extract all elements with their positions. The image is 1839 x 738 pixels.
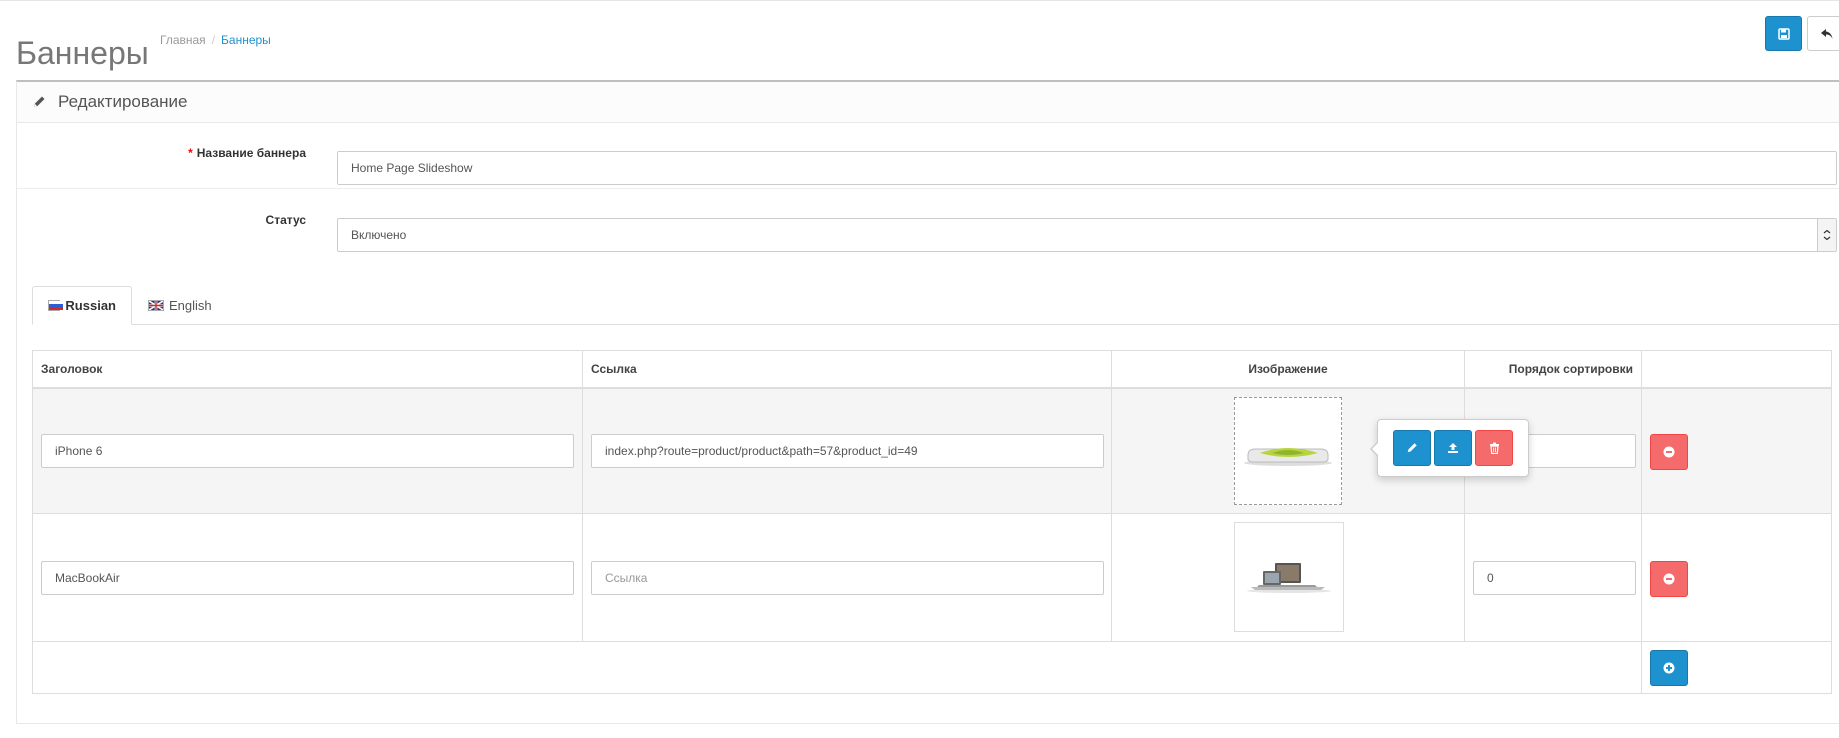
- tab-russian-label: Russian: [65, 298, 116, 313]
- column-header-sort-order: Порядок сортировки: [1465, 351, 1642, 387]
- macbook-image: [1247, 563, 1331, 593]
- table-cell: [33, 642, 1642, 693]
- select-arrow-icon: [1817, 219, 1836, 251]
- image-actions-popover: [1370, 419, 1529, 477]
- trash-icon: [1489, 442, 1499, 454]
- plus-circle-icon: [1663, 662, 1675, 674]
- banner-name-label: * Название баннера: [188, 146, 306, 160]
- upload-icon: [1448, 443, 1458, 453]
- status-select[interactable]: Включено: [337, 218, 1837, 252]
- table-cell: Ссылка: [583, 514, 1112, 641]
- table-cell: [1642, 514, 1831, 641]
- required-mark: *: [188, 146, 193, 160]
- table-cell: index.php?route=product/product&path=57&…: [583, 389, 1112, 513]
- status-select-value: Включено: [351, 228, 407, 242]
- banner-name-input[interactable]: Home Page Slideshow: [337, 151, 1837, 185]
- column-header-image: Изображение: [1112, 351, 1465, 387]
- edit-panel: Редактирование * Название баннера Home Pa…: [16, 80, 1839, 724]
- minus-circle-icon: [1663, 573, 1675, 585]
- table-row: iPhone 6 index.php?route=product/product…: [33, 389, 1831, 514]
- page-title: Баннеры: [16, 35, 149, 72]
- banner-images-table: Заголовок Ссылка Изображение Порядок сор…: [32, 350, 1832, 694]
- banner-image-thumbnail[interactable]: [1234, 397, 1342, 505]
- table-header: Заголовок Ссылка Изображение Порядок сор…: [33, 351, 1831, 389]
- uk-flag-icon: [148, 299, 164, 311]
- remove-row-button[interactable]: [1650, 434, 1688, 470]
- clear-image-button[interactable]: [1475, 430, 1513, 466]
- table-row: MacBookAir Ссылка 0: [33, 514, 1831, 642]
- table-cell: [1642, 642, 1831, 693]
- table-cell: [1112, 514, 1465, 641]
- column-header-link: Ссылка: [583, 351, 1112, 387]
- minus-circle-icon: [1663, 446, 1675, 458]
- form-group-status: Статус Включено: [17, 189, 1839, 255]
- breadcrumb: Главная / Баннеры: [160, 33, 271, 47]
- table-cell: 0: [1465, 514, 1642, 641]
- iphone-image: [1244, 448, 1332, 466]
- tab-english[interactable]: English: [133, 286, 227, 324]
- table-footer-row: [33, 642, 1831, 693]
- banner-image-thumbnail[interactable]: [1234, 522, 1344, 632]
- table-cell: [1642, 389, 1831, 513]
- pencil-icon: [34, 96, 45, 107]
- banner-title-input[interactable]: iPhone 6: [41, 434, 574, 468]
- table-cell: MacBookAir: [33, 514, 583, 641]
- remove-row-button[interactable]: [1650, 561, 1688, 597]
- back-button[interactable]: [1807, 16, 1839, 51]
- form-group-name: * Название баннера Home Page Slideshow: [17, 122, 1839, 189]
- banner-link-input[interactable]: index.php?route=product/product&path=57&…: [591, 434, 1104, 468]
- save-button[interactable]: [1765, 16, 1802, 51]
- breadcrumb-current-link[interactable]: Баннеры: [221, 33, 271, 47]
- breadcrumb-separator: /: [211, 33, 216, 47]
- tab-russian[interactable]: Russian: [32, 286, 132, 325]
- upload-image-button[interactable]: [1434, 430, 1472, 466]
- language-tabs: Russian English: [32, 286, 1839, 325]
- table-cell: iPhone 6: [33, 389, 583, 513]
- pencil-icon: [1407, 443, 1417, 453]
- banner-title-input[interactable]: MacBookAir: [41, 561, 574, 595]
- save-icon: [1777, 27, 1790, 40]
- add-banner-image-button[interactable]: [1650, 650, 1688, 686]
- status-label: Статус: [265, 213, 306, 227]
- top-border: [0, 0, 1839, 1]
- column-header-title: Заголовок: [33, 351, 583, 387]
- sort-order-input[interactable]: 0: [1473, 561, 1636, 595]
- banner-link-input[interactable]: Ссылка: [591, 561, 1104, 595]
- column-header-actions: [1642, 351, 1831, 387]
- edit-image-button[interactable]: [1393, 430, 1431, 466]
- reply-icon: [1821, 28, 1833, 39]
- panel-heading: Редактирование: [17, 82, 1839, 123]
- popover-arrow-inner: [1372, 442, 1379, 456]
- russia-flag-icon: [48, 300, 63, 311]
- panel-title: Редактирование: [58, 92, 188, 111]
- breadcrumb-home-link[interactable]: Главная: [160, 33, 206, 47]
- tab-english-label: English: [169, 297, 212, 313]
